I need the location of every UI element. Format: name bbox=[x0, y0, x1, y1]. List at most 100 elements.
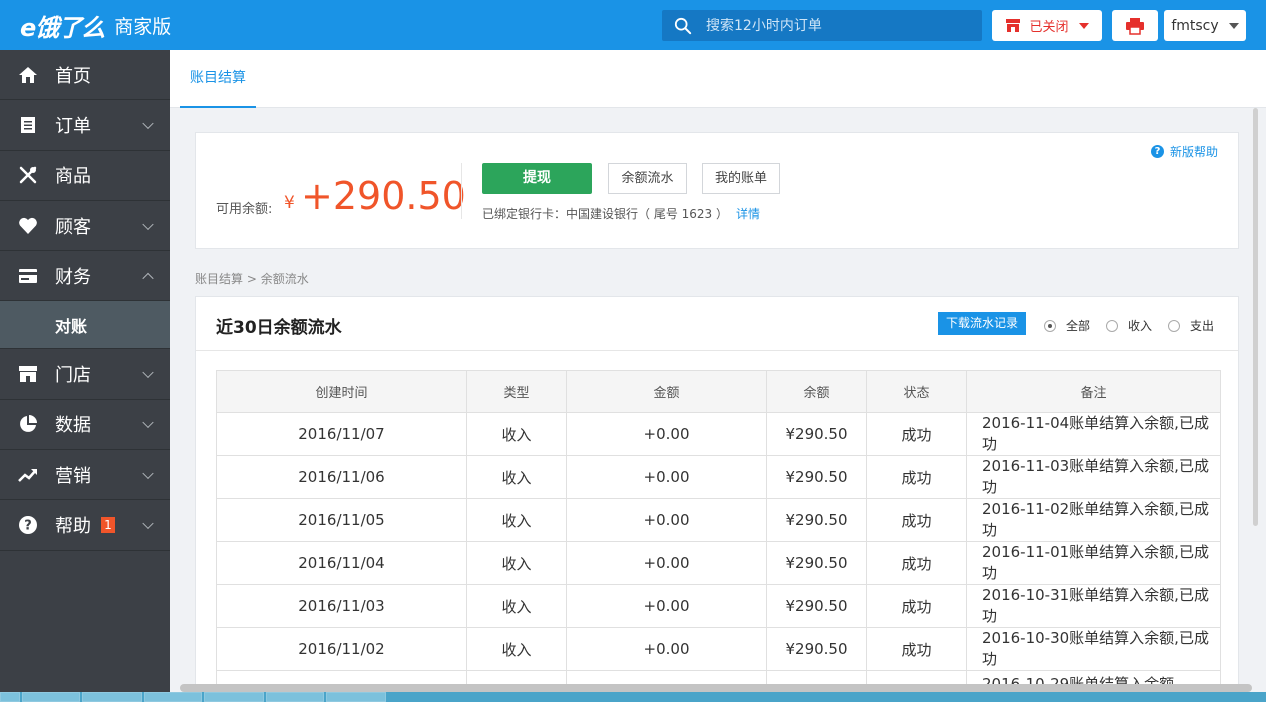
cell-note: 2016-11-03账单结算入余额,已成功 bbox=[966, 455, 1221, 499]
table-row: 2016/11/06 收入 +0.00 ¥290.50 成功 2016-11-0… bbox=[216, 455, 1221, 499]
cell-note: 2016-10-30账单结算入余额,已成功 bbox=[966, 627, 1221, 671]
order-search[interactable] bbox=[662, 10, 982, 41]
sidebar-item-marketing[interactable]: 营销 bbox=[0, 450, 170, 501]
search-input[interactable] bbox=[706, 17, 966, 34]
horizontal-scrollbar[interactable] bbox=[180, 684, 1252, 692]
chevron-down-icon bbox=[1078, 22, 1089, 29]
column-header: 备注 bbox=[966, 370, 1221, 413]
table-row: 2016/11/04 收入 +0.00 ¥290.50 成功 2016-11-0… bbox=[216, 541, 1221, 585]
question-icon: ? bbox=[1150, 145, 1164, 158]
sidebar-subitem-reconcile[interactable]: 对账 bbox=[0, 301, 170, 350]
balance-currency: ¥ bbox=[284, 193, 295, 213]
cell-type: 收入 bbox=[466, 412, 567, 456]
table-row: 2016/11/05 收入 +0.00 ¥290.50 成功 2016-11-0… bbox=[216, 498, 1221, 542]
details-link[interactable]: 详情 bbox=[736, 207, 760, 221]
withdraw-button[interactable]: 提现 bbox=[482, 163, 592, 194]
filter-income-radio[interactable]: 收入 bbox=[1106, 317, 1152, 334]
store-icon bbox=[19, 366, 37, 383]
store-status-label: 已关闭 bbox=[1029, 20, 1069, 35]
cell-note: 2016-11-04账单结算入余额,已成功 bbox=[966, 412, 1221, 456]
chevron-down-icon bbox=[142, 467, 154, 479]
help-icon: ? bbox=[19, 516, 37, 535]
cell-balance: ¥290.50 bbox=[766, 455, 867, 499]
chevron-down-icon bbox=[1228, 22, 1239, 29]
new-help-link[interactable]: ? 新版帮助 bbox=[1150, 143, 1218, 160]
column-header: 类型 bbox=[466, 370, 567, 413]
sidebar-item-label: 门店 bbox=[55, 365, 91, 387]
radio-label: 收入 bbox=[1128, 319, 1153, 333]
sidebar-item-label: 数据 bbox=[55, 415, 91, 437]
column-header: 余额 bbox=[766, 370, 867, 413]
sidebar-item-label: 订单 bbox=[55, 115, 91, 137]
cell-type: 收入 bbox=[466, 584, 567, 628]
taskbar-item[interactable] bbox=[82, 692, 142, 702]
sidebar-item-data[interactable]: 数据 bbox=[0, 400, 170, 451]
breadcrumb-parent[interactable]: 账目结算 bbox=[195, 272, 243, 286]
app-logo[interactable]: e饿了么 商家版 bbox=[20, 8, 171, 42]
flow-title: 近30日余额流水 bbox=[216, 318, 342, 338]
sidebar-item-finance[interactable]: 财务 bbox=[0, 251, 170, 302]
breadcrumb: 账目结算 > 余额流水 bbox=[195, 270, 309, 287]
filter-all-radio[interactable]: 全部 bbox=[1044, 317, 1090, 334]
balance-card: 可用余额: ¥ +290.50 提现 余额流水 我的账单 已绑定银行卡：中国建设… bbox=[195, 132, 1239, 249]
filter-expense-radio[interactable]: 支出 bbox=[1168, 317, 1214, 334]
store-status-dropdown[interactable]: 已关闭 bbox=[992, 10, 1102, 41]
sidebar-item-orders[interactable]: 订单 bbox=[0, 100, 170, 151]
print-button[interactable] bbox=[1112, 10, 1158, 41]
tab-account-settlement[interactable]: 账目结算 bbox=[180, 50, 256, 108]
taskbar-item[interactable] bbox=[266, 692, 324, 702]
taskbar-item[interactable] bbox=[22, 692, 80, 702]
sidebar-item-label: 帮助 bbox=[55, 516, 91, 538]
sidebar-item-customers[interactable]: 顾客 bbox=[0, 201, 170, 252]
cell-status: 成功 bbox=[866, 412, 967, 456]
cell-type: 收入 bbox=[466, 627, 567, 671]
username: fmtscy bbox=[1171, 17, 1219, 34]
cell-amount: +0.00 bbox=[566, 455, 767, 499]
sidebar-item-home[interactable]: 首页 bbox=[0, 50, 170, 101]
sidebar-item-label: 顾客 bbox=[55, 216, 91, 238]
chevron-down-icon bbox=[142, 417, 154, 429]
chevron-down-icon bbox=[142, 218, 154, 230]
sidebar-item-label: 首页 bbox=[55, 65, 91, 87]
balance-label: 可用余额: bbox=[216, 202, 273, 217]
balance-flow-button[interactable]: 余额流水 bbox=[608, 163, 687, 194]
flow-table: 创建时间 类型 金额 余额 状态 备注 2016/11/07 收入 +0.00 … bbox=[216, 370, 1221, 702]
pie-chart-icon bbox=[20, 415, 37, 433]
type-filter: 全部 收入 支出 bbox=[1044, 317, 1230, 334]
cell-type: 收入 bbox=[466, 455, 567, 499]
cell-balance: ¥290.50 bbox=[766, 498, 867, 542]
notification-badge: 1 bbox=[101, 517, 115, 534]
chevron-down-icon bbox=[142, 366, 154, 379]
home-icon bbox=[19, 66, 37, 83]
download-records-button[interactable]: 下载流水记录 bbox=[938, 312, 1026, 335]
store-icon bbox=[1006, 19, 1021, 32]
cell-type: 收入 bbox=[466, 541, 567, 585]
divider bbox=[461, 163, 462, 219]
sidebar-item-products[interactable]: 商品 bbox=[0, 151, 170, 201]
radio-dot bbox=[1044, 319, 1056, 332]
logo-mark: e饿了么 bbox=[20, 13, 105, 42]
flow-header: 近30日余额流水 下载流水记录 全部 收入 支出 bbox=[196, 297, 1238, 351]
sidebar-item-help[interactable]: ? 帮助 1 bbox=[0, 500, 170, 551]
my-bill-button[interactable]: 我的账单 bbox=[702, 163, 780, 194]
vertical-scrollbar[interactable] bbox=[1253, 108, 1258, 526]
taskbar-item[interactable] bbox=[204, 692, 264, 702]
printer-icon bbox=[1126, 17, 1144, 35]
sidebar-item-store[interactable]: 门店 bbox=[0, 349, 170, 400]
cell-amount: +0.00 bbox=[566, 584, 767, 628]
taskbar-item[interactable] bbox=[326, 692, 386, 702]
svg-text:?: ? bbox=[24, 519, 32, 534]
taskbar-item[interactable] bbox=[144, 692, 202, 702]
column-header: 金额 bbox=[566, 370, 767, 413]
logo-subtitle: 商家版 bbox=[114, 15, 172, 38]
table-row: 2016/11/02 收入 +0.00 ¥290.50 成功 2016-10-3… bbox=[216, 627, 1221, 671]
top-bar: e饿了么 商家版 已关闭 fmtscy bbox=[0, 0, 1266, 50]
user-menu[interactable]: fmtscy bbox=[1164, 10, 1246, 41]
table-row: 2016/11/07 收入 +0.00 ¥290.50 成功 2016-11-0… bbox=[216, 412, 1221, 456]
taskbar-item[interactable] bbox=[0, 692, 20, 702]
radio-dot bbox=[1168, 319, 1181, 332]
utensils-icon bbox=[19, 166, 37, 184]
search-icon[interactable] bbox=[674, 17, 692, 35]
cell-date: 2016/11/02 bbox=[216, 627, 467, 671]
bank-card-info: 已绑定银行卡：中国建设银行（ 尾号 1623 ） 详情 bbox=[482, 205, 760, 222]
